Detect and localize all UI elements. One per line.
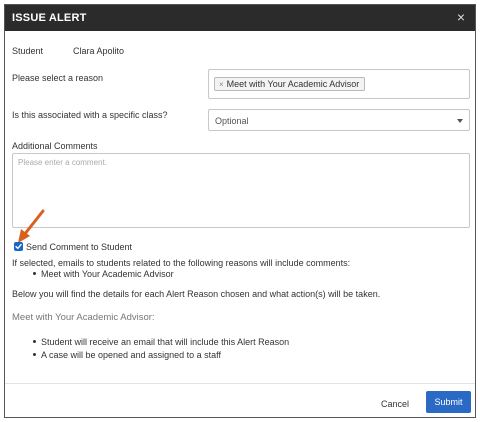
footer-divider [5,383,475,384]
class-select-label: Is this associated with a specific class… [12,110,168,120]
send-comment-checkbox[interactable] [14,242,23,251]
reason-chip: × Meet with Your Academic Advisor [214,77,366,91]
list-item: A case will be opened and assigned to a … [33,350,221,360]
list-item: Meet with Your Academic Advisor [33,269,174,279]
modal-header: ISSUE ALERT × [5,5,475,31]
chevron-down-icon [457,119,463,123]
reason-multiselect[interactable]: × Meet with Your Academic Advisor [208,69,470,99]
emails-note: If selected, emails to students related … [12,258,351,268]
modal-title: ISSUE ALERT [12,12,87,24]
list-item-text: Meet with Your Academic Advisor [41,269,174,279]
comments-textarea[interactable] [12,153,470,228]
reason-label: Please select a reason [12,73,104,83]
close-icon[interactable]: × [453,9,469,25]
comments-label: Additional Comments [12,141,98,151]
reason-chip-label: Meet with Your Academic Advisor [226,79,360,89]
checkmark-icon [15,243,22,250]
class-select-value: Optional [215,116,249,126]
list-item-text: Student will receive an email that will … [41,337,290,347]
class-select[interactable]: Optional [208,109,470,131]
reason-details-title: Meet with Your Academic Advisor: [12,312,155,323]
student-name: Clara Apolito [73,46,125,56]
submit-button[interactable]: Submit [426,391,471,413]
cancel-button[interactable]: Cancel [375,396,415,412]
list-item: Student will receive an email that will … [33,337,289,347]
send-comment-label: Send Comment to Student [26,242,133,252]
student-label: Student [12,46,44,56]
details-note: Below you will find the details for each… [12,289,381,299]
annotation-arrow-icon [18,209,45,243]
list-item-text: A case will be opened and assigned to a … [41,350,221,360]
remove-chip-icon[interactable]: × [219,80,224,89]
issue-alert-modal: ISSUE ALERT × Student Clara Apolito Plea… [4,4,476,418]
